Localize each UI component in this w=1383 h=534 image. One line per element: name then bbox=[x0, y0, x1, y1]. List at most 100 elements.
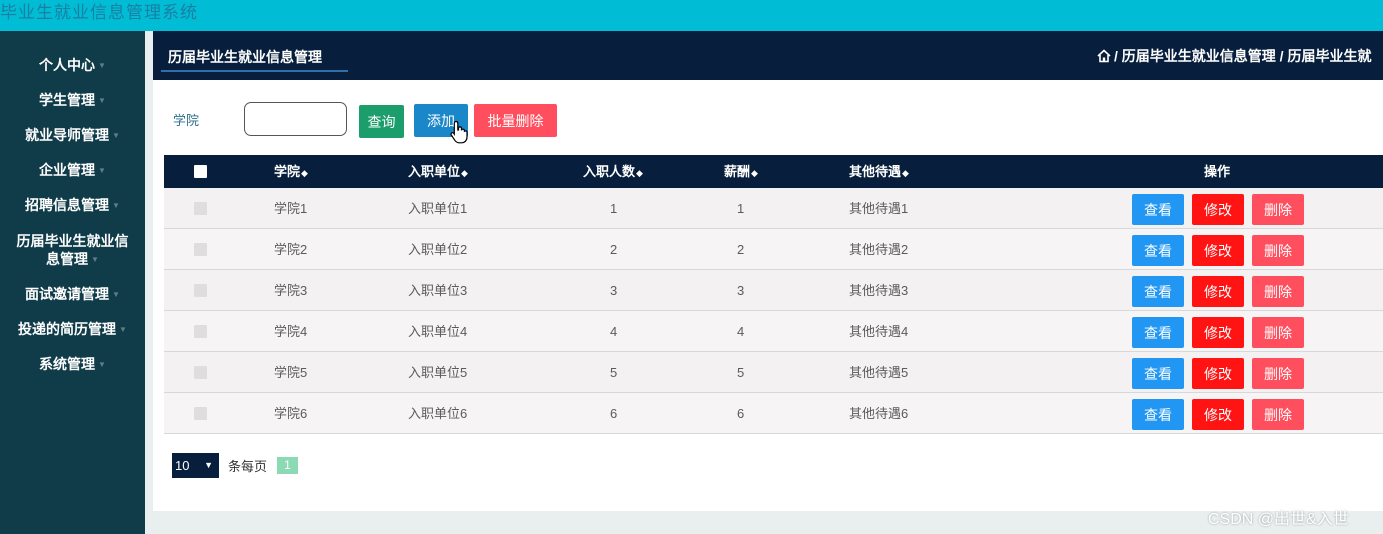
caret-down-icon: ▼ bbox=[119, 325, 127, 335]
edit-button[interactable]: 修改 bbox=[1192, 235, 1244, 266]
column-header-employer[interactable]: 入职单位◆ bbox=[408, 155, 468, 188]
sidebar: 个人中心 ▼ 学生管理 ▼ 就业导师管理 ▼ 企业管理 ▼ 招聘信息管理 ▼ 历届毕业生就… bbox=[0, 31, 145, 534]
college-label: 学院 bbox=[173, 113, 200, 128]
delete-button[interactable]: 删除 bbox=[1252, 235, 1304, 266]
row-checkbox[interactable] bbox=[194, 325, 207, 338]
query-button[interactable]: 查询 bbox=[359, 105, 404, 138]
sidebar-item-recruitment[interactable]: 招聘信息管理 ▼ bbox=[0, 196, 145, 215]
caret-down-icon: ▼ bbox=[98, 96, 106, 106]
sort-icon: ◆ bbox=[301, 168, 308, 178]
cell-count: 6 bbox=[610, 406, 618, 421]
column-header-label: 入职单位 bbox=[408, 164, 461, 179]
page-header: 历届毕业生就业信息管理 / 历届毕业生就业信息管理 / 历届毕业生就 bbox=[153, 31, 1383, 80]
select-all-checkbox[interactable] bbox=[194, 165, 207, 178]
sidebar-item-label: 就业导师管理 bbox=[25, 127, 110, 143]
college-search-input[interactable] bbox=[244, 102, 347, 136]
edit-button[interactable]: 修改 bbox=[1192, 399, 1244, 430]
cell-salary: 3 bbox=[737, 283, 745, 298]
caret-down-icon: ▼ bbox=[112, 290, 120, 300]
edit-button[interactable]: 修改 bbox=[1192, 358, 1244, 389]
cell-count: 4 bbox=[610, 324, 618, 339]
hand-cursor-icon bbox=[450, 120, 468, 144]
row-checkbox[interactable] bbox=[194, 202, 207, 215]
sidebar-item-label: 个人中心 bbox=[39, 57, 96, 73]
cell-college: 学院4 bbox=[274, 324, 308, 339]
table-header: 学院◆ 入职单位◆ 入职人数◆ 薪酬◆ 其他待遇◆ 操作 bbox=[164, 155, 1383, 188]
home-icon[interactable] bbox=[1097, 49, 1111, 63]
column-header-college[interactable]: 学院◆ bbox=[274, 155, 308, 188]
cell-salary: 5 bbox=[737, 365, 745, 380]
view-button[interactable]: 查看 bbox=[1132, 276, 1184, 307]
top-bar: 毕业生就业信息管理系统 bbox=[0, 0, 1383, 31]
caret-down-icon: ▼ bbox=[91, 255, 99, 265]
sidebar-item-personal-center[interactable]: 个人中心 ▼ bbox=[0, 56, 145, 75]
caret-down-icon: ▼ bbox=[98, 166, 106, 176]
sidebar-item-mentors[interactable]: 就业导师管理 ▼ bbox=[0, 126, 145, 145]
sidebar-item-system[interactable]: 系统管理 ▼ bbox=[0, 355, 145, 374]
view-button[interactable]: 查看 bbox=[1132, 399, 1184, 430]
column-header-label: 学院 bbox=[274, 164, 301, 179]
row-checkbox[interactable] bbox=[194, 366, 207, 379]
cell-employer: 入职单位5 bbox=[408, 365, 468, 380]
cell-benefits: 其他待遇6 bbox=[849, 406, 909, 421]
row-checkbox[interactable] bbox=[194, 243, 207, 256]
row-checkbox[interactable] bbox=[194, 284, 207, 297]
caret-down-icon: ▼ bbox=[112, 131, 120, 141]
delete-button[interactable]: 删除 bbox=[1252, 276, 1304, 307]
breadcrumb-text: / 历届毕业生就业信息管理 / 历届毕业生就 bbox=[1114, 48, 1372, 64]
table-row: 学院2 入职单位2 2 2 其他待遇2 查看 修改 删除 bbox=[164, 229, 1383, 270]
cell-college: 学院1 bbox=[274, 201, 308, 216]
page-title: 历届毕业生就业信息管理 bbox=[161, 44, 348, 72]
watermark: CSDN @出世&入世 bbox=[1208, 511, 1349, 528]
cell-benefits: 其他待遇2 bbox=[849, 242, 909, 257]
cell-college: 学院5 bbox=[274, 365, 308, 380]
page-size-value: 10 bbox=[175, 458, 190, 473]
sidebar-item-submitted-resumes[interactable]: 投递的简历管理 ▼ bbox=[0, 320, 145, 339]
edit-button[interactable]: 修改 bbox=[1192, 276, 1244, 307]
table-row: 学院3 入职单位3 3 3 其他待遇3 查看 修改 删除 bbox=[164, 270, 1383, 311]
caret-down-icon: ▼ bbox=[98, 61, 106, 71]
caret-down-icon: ▼ bbox=[98, 360, 106, 370]
cell-count: 2 bbox=[610, 242, 618, 257]
sidebar-item-companies[interactable]: 企业管理 ▼ bbox=[0, 161, 145, 180]
sidebar-item-graduate-employment[interactable]: 历届毕业生就业信 息管理 ▼ bbox=[0, 232, 145, 269]
sidebar-item-students[interactable]: 学生管理 ▼ bbox=[0, 91, 145, 110]
page-number-current[interactable]: 1 bbox=[277, 457, 298, 474]
delete-button[interactable]: 删除 bbox=[1252, 358, 1304, 389]
page-size-select[interactable]: 10 ▼ bbox=[172, 453, 219, 478]
delete-button[interactable]: 删除 bbox=[1252, 194, 1304, 225]
delete-button[interactable]: 删除 bbox=[1252, 317, 1304, 348]
breadcrumb: / 历届毕业生就业信息管理 / 历届毕业生就 bbox=[1097, 46, 1371, 66]
column-header-salary[interactable]: 薪酬◆ bbox=[724, 155, 758, 188]
view-button[interactable]: 查看 bbox=[1132, 194, 1184, 225]
cell-employer: 入职单位2 bbox=[408, 242, 468, 257]
cell-college: 学院2 bbox=[274, 242, 308, 257]
column-header-count[interactable]: 入职人数◆ bbox=[583, 155, 643, 188]
view-button[interactable]: 查看 bbox=[1132, 317, 1184, 348]
batch-delete-button[interactable]: 批量删除 bbox=[474, 104, 557, 137]
edit-button[interactable]: 修改 bbox=[1192, 194, 1244, 225]
cell-employer: 入职单位6 bbox=[408, 406, 468, 421]
sidebar-item-label: 企业管理 bbox=[39, 162, 96, 178]
edit-button[interactable]: 修改 bbox=[1192, 317, 1244, 348]
cell-benefits: 其他待遇5 bbox=[849, 365, 909, 380]
view-button[interactable]: 查看 bbox=[1132, 235, 1184, 266]
table-row: 学院4 入职单位4 4 4 其他待遇4 查看 修改 删除 bbox=[164, 311, 1383, 352]
table-row: 学院6 入职单位6 6 6 其他待遇6 查看 修改 删除 bbox=[164, 393, 1383, 434]
view-button[interactable]: 查看 bbox=[1132, 358, 1184, 389]
sidebar-item-interview-invitations[interactable]: 面试邀请管理 ▼ bbox=[0, 285, 145, 304]
content-panel: 历届毕业生就业信息管理 / 历届毕业生就业信息管理 / 历届毕业生就 学院 查询… bbox=[153, 31, 1383, 511]
sidebar-item-label: 系统管理 bbox=[39, 356, 96, 372]
sidebar-item-label: 招聘信息管理 bbox=[25, 197, 110, 213]
cell-count: 3 bbox=[610, 283, 618, 298]
delete-button[interactable]: 删除 bbox=[1252, 399, 1304, 430]
sidebar-item-label: 面试邀请管理 bbox=[25, 286, 110, 302]
cell-salary: 2 bbox=[737, 242, 745, 257]
row-checkbox[interactable] bbox=[194, 407, 207, 420]
cell-college: 学院3 bbox=[274, 283, 308, 298]
column-header-actions: 操作 bbox=[1204, 164, 1231, 179]
column-header-benefits[interactable]: 其他待遇◆ bbox=[849, 155, 909, 188]
column-header-label: 入职人数 bbox=[583, 164, 636, 179]
cell-salary: 6 bbox=[737, 406, 745, 421]
cell-salary: 1 bbox=[737, 201, 745, 216]
